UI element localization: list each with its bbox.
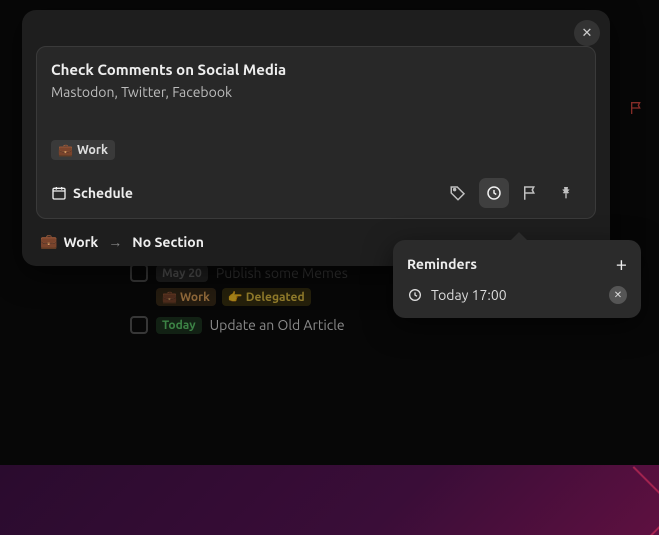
reminder-button[interactable] [479, 178, 509, 208]
task-description-input[interactable]: Mastodon, Twitter, Facebook [51, 84, 581, 100]
close-icon: ✕ [614, 289, 622, 301]
remove-reminder-button[interactable]: ✕ [609, 286, 627, 304]
clock-icon [407, 287, 423, 303]
task-edit-card: Check Comments on Social Media Mastodon,… [36, 46, 596, 219]
flag-icon [521, 184, 539, 202]
close-button[interactable]: ✕ [574, 20, 600, 46]
arrow-right-icon: → [108, 234, 122, 250]
task-title-input[interactable]: Check Comments on Social Media [51, 61, 581, 78]
desktop-background-band [0, 465, 659, 535]
task-detail-modal: ✕ Check Comments on Social Media Mastodo… [22, 10, 610, 266]
priority-button[interactable] [515, 178, 545, 208]
chip-label: Work [77, 143, 108, 157]
tag-button[interactable] [443, 178, 473, 208]
close-icon: ✕ [582, 26, 593, 41]
calendar-icon [51, 185, 67, 201]
reminders-popover: Reminders + Today 17:00 ✕ [393, 240, 641, 318]
tag-icon [449, 184, 467, 202]
clock-icon [485, 184, 503, 202]
breadcrumb-project[interactable]: 💼 Work [40, 233, 98, 250]
reminder-item[interactable]: Today 17:00 ✕ [407, 286, 627, 304]
breadcrumb-section[interactable]: No Section [132, 234, 204, 250]
reminder-label: Today 17:00 [431, 287, 507, 303]
breadcrumb-project-label: Work [63, 234, 98, 250]
add-reminder-button[interactable]: + [616, 254, 627, 274]
schedule-button[interactable]: Schedule [51, 185, 133, 201]
pin-button[interactable] [551, 178, 581, 208]
briefcase-icon: 💼 [58, 143, 73, 157]
schedule-label: Schedule [73, 185, 133, 201]
briefcase-icon: 💼 [40, 233, 57, 250]
reminders-title: Reminders [407, 256, 477, 272]
pin-icon [558, 185, 574, 201]
task-toolbar: Schedule [51, 178, 581, 208]
project-chip-work[interactable]: 💼 Work [51, 140, 115, 160]
